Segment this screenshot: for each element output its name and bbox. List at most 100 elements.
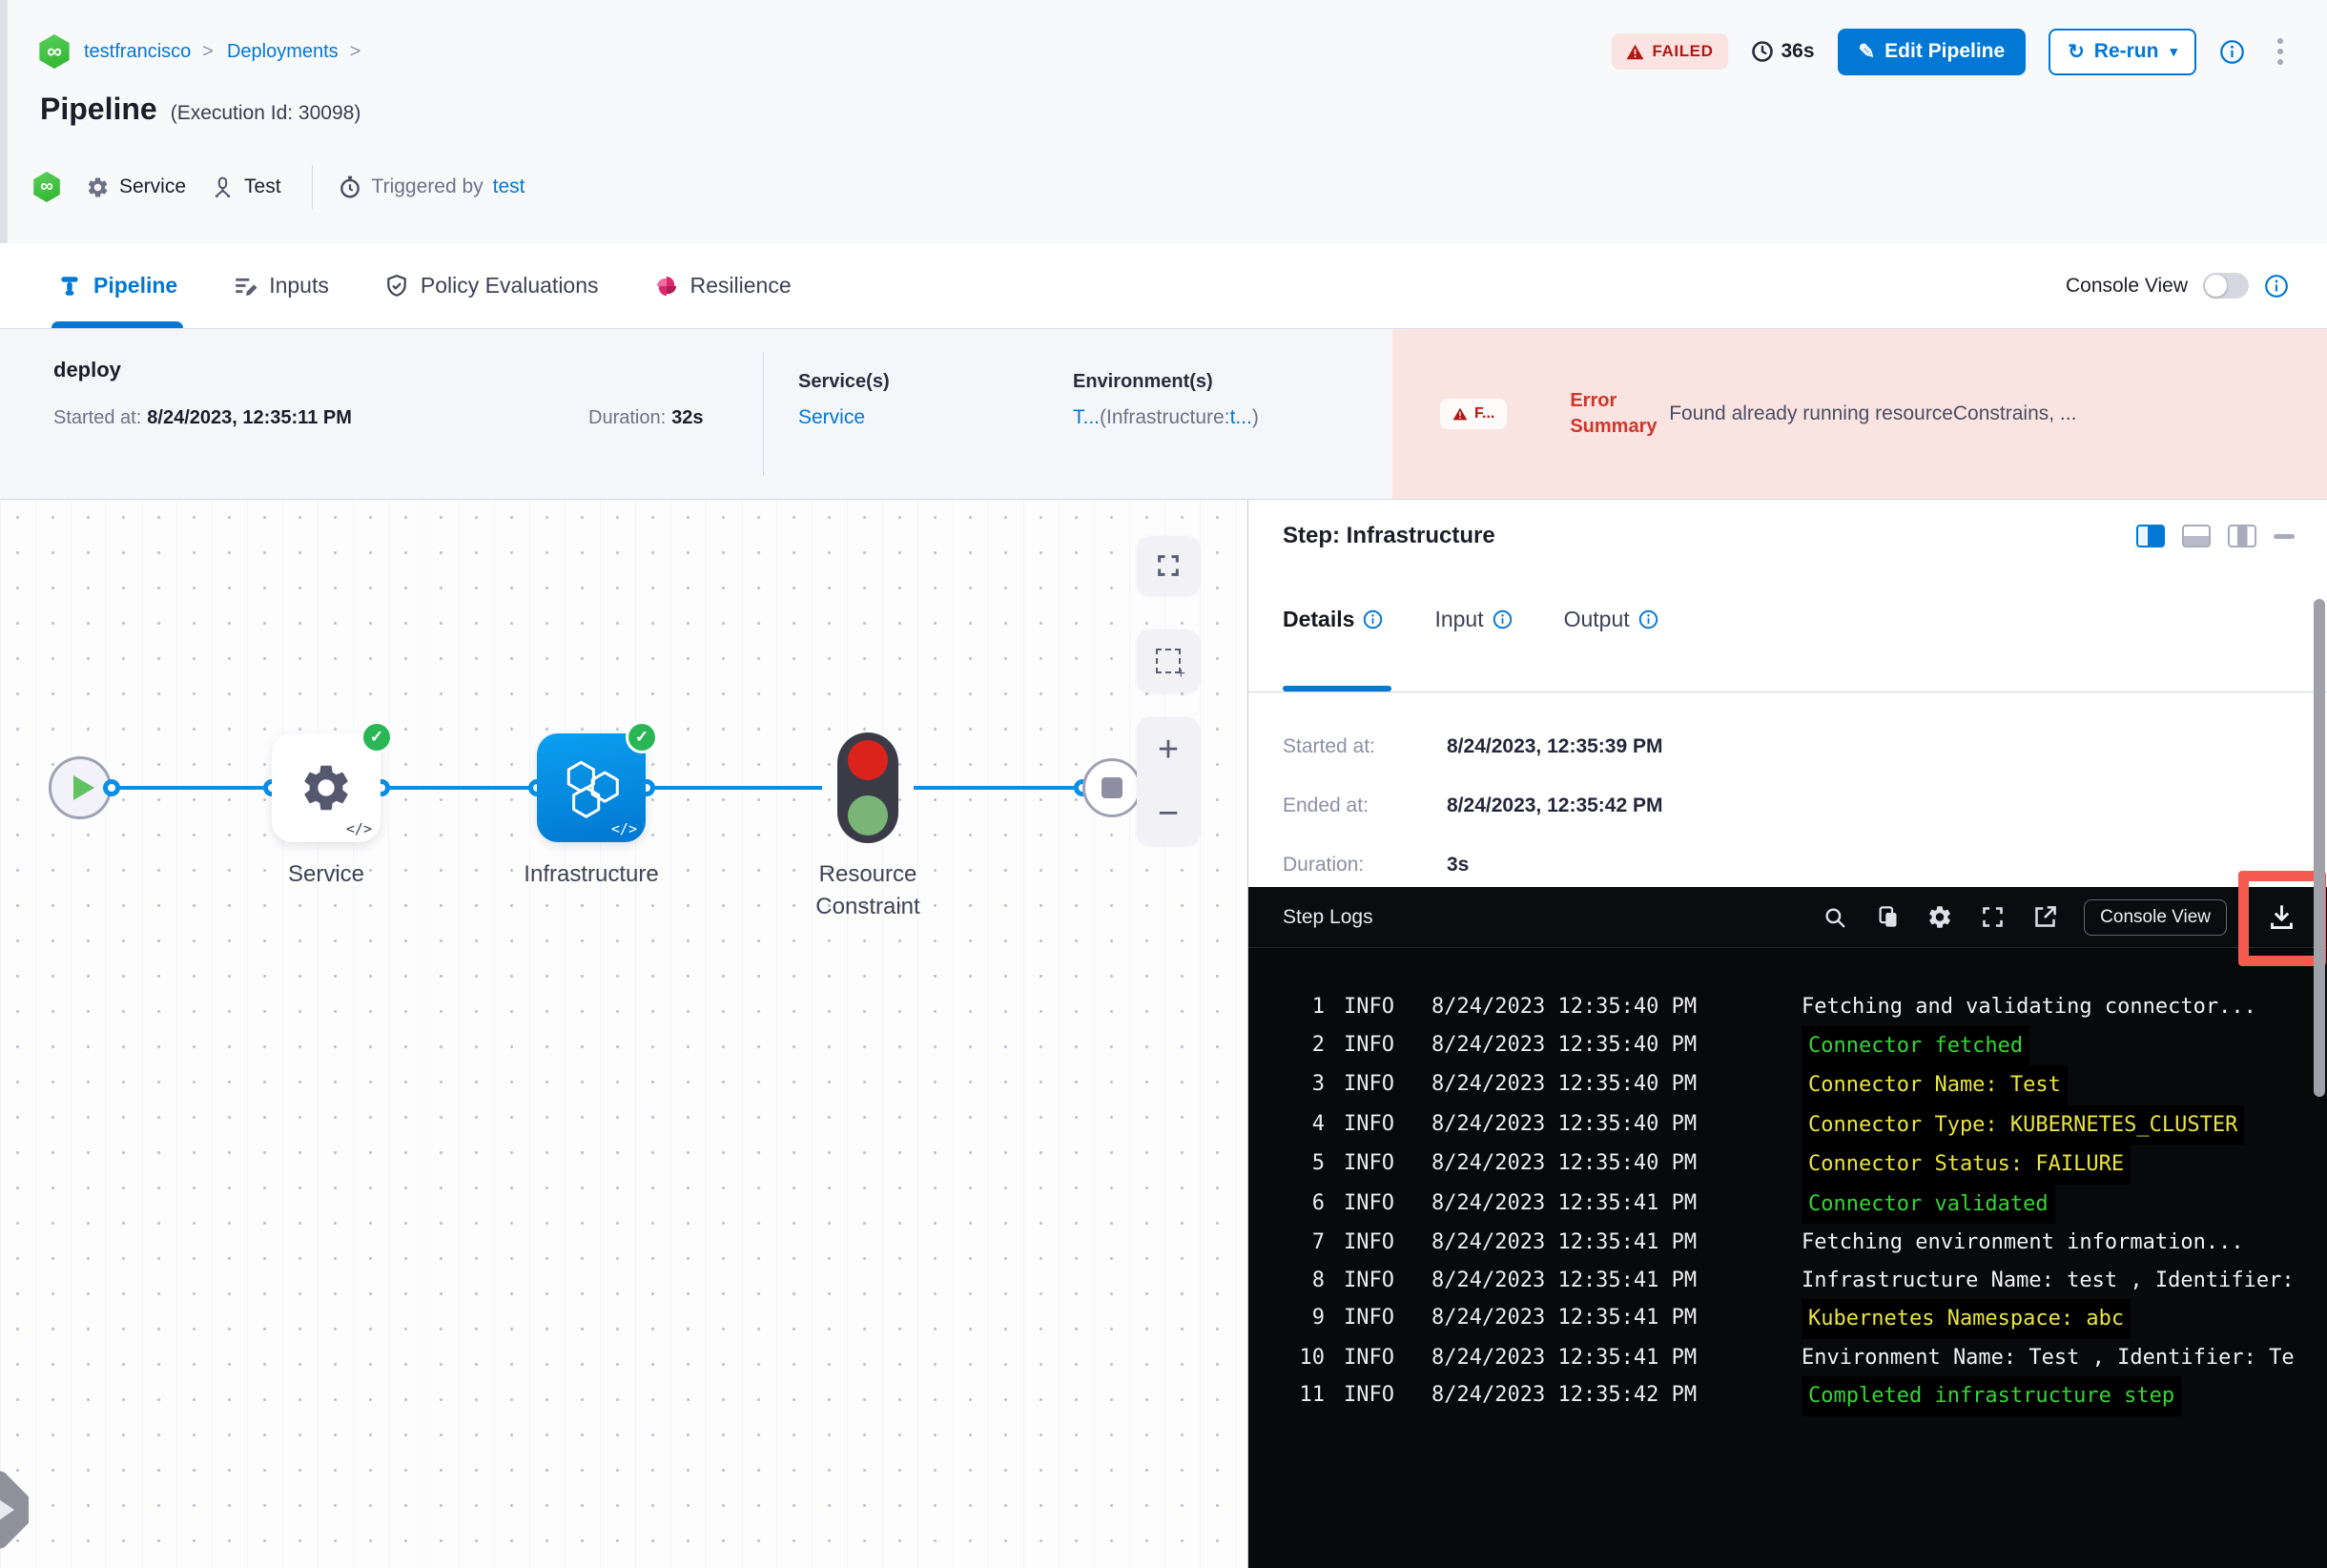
- detail-row: Duration: 3s: [1283, 836, 1663, 895]
- connector-line: [647, 786, 822, 790]
- test-rig-icon: [215, 176, 231, 197]
- infinity-glyph: ∞: [40, 176, 53, 196]
- kebab-menu-icon[interactable]: [2268, 34, 2293, 69]
- log-line: 8 INFO 8/24/2023 12:35:41 PM Infrastruct…: [1281, 1262, 2327, 1300]
- step-logs-header: Step Logs Console View: [1248, 870, 2327, 966]
- info-icon[interactable]: [1493, 609, 1513, 629]
- success-check-badge: ✓: [626, 721, 658, 753]
- error-summary-label: Error Summary: [1570, 390, 1658, 437]
- log-toolbar: Console View: [1822, 870, 2326, 966]
- breadcrumb-project-link[interactable]: testfrancisco: [84, 41, 191, 63]
- traffic-green-light: [848, 795, 888, 836]
- tab-inputs[interactable]: Inputs: [233, 243, 329, 328]
- test-tag: Test: [211, 175, 281, 199]
- gear-icon: [304, 765, 348, 811]
- layout-right-icon[interactable]: [2136, 525, 2165, 547]
- open-logs-new-tab-button[interactable]: [2031, 904, 2058, 931]
- status-badge: FAILED: [1612, 33, 1728, 70]
- logs-fullscreen-button[interactable]: [1979, 904, 2006, 931]
- minimize-panel-button[interactable]: [2274, 533, 2295, 539]
- log-level: INFO: [1344, 995, 1394, 1019]
- log-level: INFO: [1344, 1345, 1394, 1370]
- console-view-control: Console View: [2066, 273, 2289, 299]
- gear-icon: [88, 177, 108, 196]
- started-at-label: Started at:: [53, 407, 142, 428]
- log-line-number: 11: [1299, 1383, 1326, 1407]
- rerun-button[interactable]: ↻ Re-run ▾: [2049, 28, 2196, 75]
- left-drawer-handle[interactable]: [0, 1463, 29, 1557]
- infrastructure-prefix: (Infrastructure:: [1100, 406, 1230, 428]
- service-link[interactable]: Service: [798, 406, 890, 429]
- canvas-marquee-select-button[interactable]: [1137, 629, 1200, 692]
- chevron-down-icon[interactable]: ▾: [2170, 43, 2177, 60]
- service-step-node[interactable]: ✓ </>: [272, 721, 393, 842]
- infrastructure-link[interactable]: t...: [1230, 406, 1252, 428]
- log-line-number: 9: [1311, 1306, 1325, 1330]
- external-link-icon: [2034, 906, 2056, 927]
- log-line-number: 7: [1311, 1230, 1325, 1254]
- console-view-toggle[interactable]: [2203, 273, 2249, 299]
- detail-value: 3s: [1447, 854, 1470, 876]
- play-icon: [72, 775, 94, 800]
- trigger-user-link[interactable]: test: [493, 175, 525, 198]
- stop-icon: [1102, 777, 1122, 798]
- breadcrumb-deployments-link[interactable]: Deployments: [227, 41, 339, 63]
- log-line-number: 10: [1299, 1345, 1326, 1370]
- tab-output[interactable]: Output: [1564, 607, 1658, 632]
- tab-details[interactable]: Details: [1283, 607, 1383, 632]
- log-line-number: 2: [1311, 1032, 1325, 1057]
- log-line-number: 4: [1311, 1111, 1325, 1136]
- traffic-red-light: [848, 740, 888, 780]
- log-line: 6 INFO 8/24/2023 12:35:41 PM Connector v…: [1281, 1184, 2327, 1224]
- copy-icon: [1879, 906, 1897, 927]
- resource-constraint-node[interactable]: [837, 732, 898, 843]
- layout-bottom-icon[interactable]: [2182, 525, 2211, 547]
- code-icon: </>: [610, 820, 637, 837]
- node-label-resource-constraint: Resource Constraint: [815, 861, 920, 919]
- search-logs-button[interactable]: [1822, 904, 1848, 931]
- canvas-fullscreen-button[interactable]: [1137, 536, 1200, 595]
- download-logs-button[interactable]: [2238, 870, 2326, 966]
- duration: Duration: 32s: [588, 407, 704, 429]
- elapsed-time-value: 36s: [1781, 40, 1815, 62]
- pipeline-graph-canvas[interactable]: ✓ </> ✓ </> Service Infrastructure Resou…: [0, 500, 1247, 1568]
- infrastructure-step-node[interactable]: ✓ </>: [537, 721, 658, 842]
- log-settings-button[interactable]: [1926, 904, 1953, 931]
- environment-name[interactable]: T...: [1073, 406, 1100, 428]
- log-timestamp: 8/24/2023 12:35:40 PM: [1431, 1111, 1698, 1136]
- info-icon[interactable]: [1638, 609, 1658, 629]
- log-message: Infrastructure Name: test , Identifier:: [1802, 1268, 2295, 1292]
- chevron-right-icon: [0, 1499, 14, 1520]
- detail-value: 8/24/2023, 12:35:39 PM: [1447, 735, 1663, 757]
- started-at-value: 8/24/2023, 12:35:11 PM: [147, 407, 352, 428]
- hexagons-icon: [566, 760, 619, 818]
- info-icon[interactable]: [2219, 39, 2245, 65]
- edit-pipeline-button[interactable]: ✎ Edit Pipeline: [1837, 28, 2027, 75]
- log-timestamp: 8/24/2023 12:35:41 PM: [1431, 1345, 1698, 1370]
- step-panel-tabs: Details Input Output: [1283, 607, 1658, 632]
- pipeline-execution-page: ∞ testfrancisco > Deployments > FAILED 3…: [0, 0, 2327, 1568]
- logs-console-view-button[interactable]: Console View: [2084, 898, 2227, 936]
- environment-link[interactable]: T...(Infrastructure:t...): [1073, 406, 1259, 429]
- divider: [1248, 691, 2327, 692]
- info-icon[interactable]: [1363, 609, 1383, 629]
- zoom-out-button[interactable]: −: [1158, 795, 1179, 832]
- panel-scrollbar[interactable]: [2314, 599, 2325, 1097]
- tab-policy-evaluations-label: Policy Evaluations: [420, 273, 599, 298]
- tab-pipeline[interactable]: Pipeline: [51, 243, 184, 328]
- tab-policy-evaluations[interactable]: Policy Evaluations: [384, 243, 599, 328]
- copy-logs-button[interactable]: [1874, 904, 1901, 931]
- stopwatch-icon: [340, 175, 360, 198]
- edit-pipeline-label: Edit Pipeline: [1884, 40, 2006, 62]
- tab-resilience[interactable]: Resilience: [654, 243, 792, 328]
- end-node[interactable]: [1082, 758, 1142, 817]
- tab-input[interactable]: Input: [1434, 607, 1512, 632]
- info-icon[interactable]: [2264, 274, 2289, 299]
- zoom-in-button[interactable]: +: [1158, 732, 1179, 768]
- connector-line: [112, 786, 272, 790]
- layout-float-icon[interactable]: [2228, 525, 2256, 547]
- log-timestamp: 8/24/2023 12:35:41 PM: [1431, 1190, 1698, 1215]
- policy-shield-icon: [387, 274, 406, 297]
- log-message: Connector fetched: [1802, 1025, 2030, 1065]
- code-icon: </>: [345, 820, 372, 837]
